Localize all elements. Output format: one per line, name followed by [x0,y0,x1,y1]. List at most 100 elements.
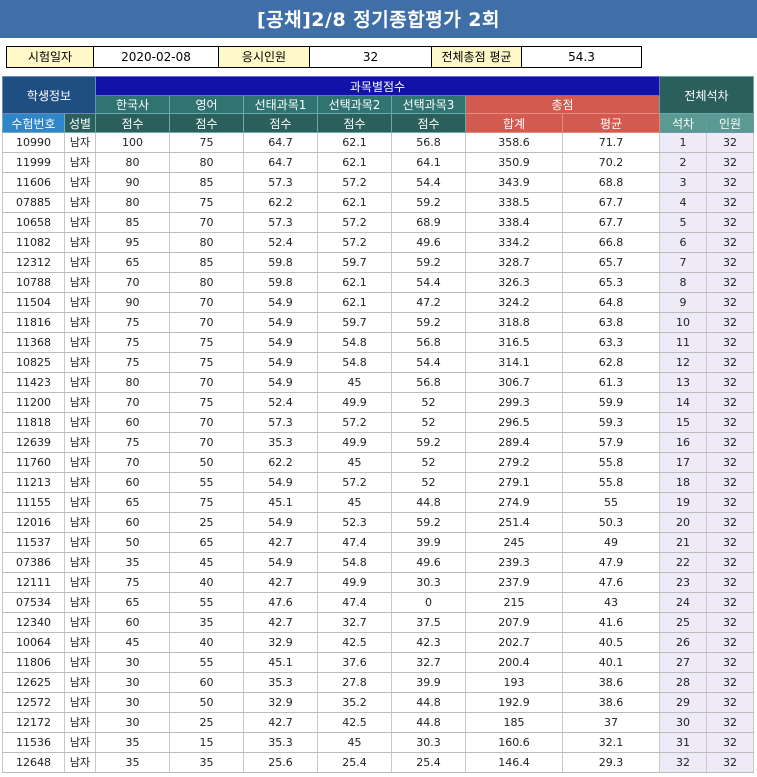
mean-cell[interactable]: 65.7 [562,252,660,273]
mean-cell[interactable]: 47.9 [562,552,660,573]
elective2-cell[interactable]: 45 [317,452,392,473]
english-cell[interactable]: 40 [169,572,244,593]
mean-cell[interactable]: 67.7 [562,212,660,233]
count-cell[interactable]: 32 [706,552,754,573]
exam-no-cell[interactable]: 11155 [2,492,65,513]
sum-cell[interactable]: 316.5 [465,332,563,353]
elective2-cell[interactable]: 45 [317,372,392,393]
rank-cell[interactable]: 4 [659,192,707,213]
count-cell[interactable]: 32 [706,252,754,273]
elective2-cell[interactable]: 62.1 [317,132,392,153]
sum-cell[interactable]: 306.7 [465,372,563,393]
sum-cell[interactable]: 193 [465,672,563,693]
history-cell[interactable]: 85 [95,212,170,233]
exam-no-cell[interactable]: 10990 [2,132,65,153]
elective2-cell[interactable]: 49.9 [317,392,392,413]
elective2-cell[interactable]: 27.8 [317,672,392,693]
elective1-cell[interactable]: 54.9 [243,312,318,333]
elective1-cell[interactable]: 35.3 [243,672,318,693]
gender-cell[interactable]: 남자 [64,652,96,673]
elective2-cell[interactable]: 25.4 [317,752,392,773]
sum-cell[interactable]: 200.4 [465,652,563,673]
count-cell[interactable]: 32 [706,412,754,433]
gender-cell[interactable]: 남자 [64,372,96,393]
exam-no-cell[interactable]: 10064 [2,632,65,653]
history-cell[interactable]: 60 [95,412,170,433]
elective1-cell[interactable]: 62.2 [243,452,318,473]
sum-cell[interactable]: 314.1 [465,352,563,373]
count-cell[interactable]: 32 [706,352,754,373]
sum-cell[interactable]: 185 [465,712,563,733]
count-cell[interactable]: 32 [706,632,754,653]
history-cell[interactable]: 100 [95,132,170,153]
count-cell[interactable]: 32 [706,192,754,213]
count-cell[interactable]: 32 [706,272,754,293]
elective3-cell[interactable]: 52 [391,472,466,493]
count-cell[interactable]: 32 [706,172,754,193]
history-cell[interactable]: 65 [95,252,170,273]
rank-cell[interactable]: 7 [659,252,707,273]
elective3-cell[interactable]: 52 [391,392,466,413]
elective1-cell[interactable]: 52.4 [243,392,318,413]
count-cell[interactable]: 32 [706,592,754,613]
exam-no-cell[interactable]: 10788 [2,272,65,293]
gender-cell[interactable]: 남자 [64,712,96,733]
elective3-cell[interactable]: 59.2 [391,512,466,533]
gender-cell[interactable]: 남자 [64,552,96,573]
elective3-cell[interactable]: 44.8 [391,692,466,713]
mean-cell[interactable]: 62.8 [562,352,660,373]
exam-no-cell[interactable]: 11760 [2,452,65,473]
elective2-cell[interactable]: 62.1 [317,152,392,173]
elective1-cell[interactable]: 64.7 [243,132,318,153]
mean-cell[interactable]: 71.7 [562,132,660,153]
gender-cell[interactable]: 남자 [64,692,96,713]
count-cell[interactable]: 32 [706,752,754,773]
exam-no-cell[interactable]: 11999 [2,152,65,173]
gender-cell[interactable]: 남자 [64,252,96,273]
history-cell[interactable]: 35 [95,552,170,573]
sum-cell[interactable]: 251.4 [465,512,563,533]
mean-cell[interactable]: 47.6 [562,572,660,593]
rank-cell[interactable]: 9 [659,292,707,313]
gender-cell[interactable]: 남자 [64,492,96,513]
exam-no-cell[interactable]: 12648 [2,752,65,773]
sum-cell[interactable]: 334.2 [465,232,563,253]
exam-no-cell[interactable]: 11536 [2,732,65,753]
count-cell[interactable]: 32 [706,132,754,153]
elective1-cell[interactable]: 62.2 [243,192,318,213]
gender-cell[interactable]: 남자 [64,432,96,453]
elective3-cell[interactable]: 56.8 [391,372,466,393]
mean-cell[interactable]: 68.8 [562,172,660,193]
elective2-cell[interactable]: 52.3 [317,512,392,533]
sum-cell[interactable]: 328.7 [465,252,563,273]
sum-cell[interactable]: 279.1 [465,472,563,493]
history-cell[interactable]: 65 [95,592,170,613]
elective3-cell[interactable]: 49.6 [391,232,466,253]
elective1-cell[interactable]: 52.4 [243,232,318,253]
mean-cell[interactable]: 38.6 [562,692,660,713]
sum-cell[interactable]: 192.9 [465,692,563,713]
sum-cell[interactable]: 350.9 [465,152,563,173]
rank-cell[interactable]: 18 [659,472,707,493]
mean-cell[interactable]: 41.6 [562,612,660,633]
sum-cell[interactable]: 237.9 [465,572,563,593]
elective1-cell[interactable]: 42.7 [243,712,318,733]
rank-cell[interactable]: 16 [659,432,707,453]
sum-cell[interactable]: 326.3 [465,272,563,293]
exam-no-cell[interactable]: 11368 [2,332,65,353]
rank-cell[interactable]: 32 [659,752,707,773]
examinees-value[interactable]: 32 [310,46,432,68]
exam-no-cell[interactable]: 12625 [2,672,65,693]
elective3-cell[interactable]: 56.8 [391,132,466,153]
count-cell[interactable]: 32 [706,692,754,713]
history-cell[interactable]: 60 [95,472,170,493]
history-cell[interactable]: 90 [95,172,170,193]
english-cell[interactable]: 70 [169,312,244,333]
elective1-cell[interactable]: 32.9 [243,692,318,713]
count-cell[interactable]: 32 [706,212,754,233]
elective3-cell[interactable]: 32.7 [391,652,466,673]
elective2-cell[interactable]: 45 [317,492,392,513]
rank-cell[interactable]: 8 [659,272,707,293]
elective3-cell[interactable]: 0 [391,592,466,613]
english-cell[interactable]: 55 [169,472,244,493]
